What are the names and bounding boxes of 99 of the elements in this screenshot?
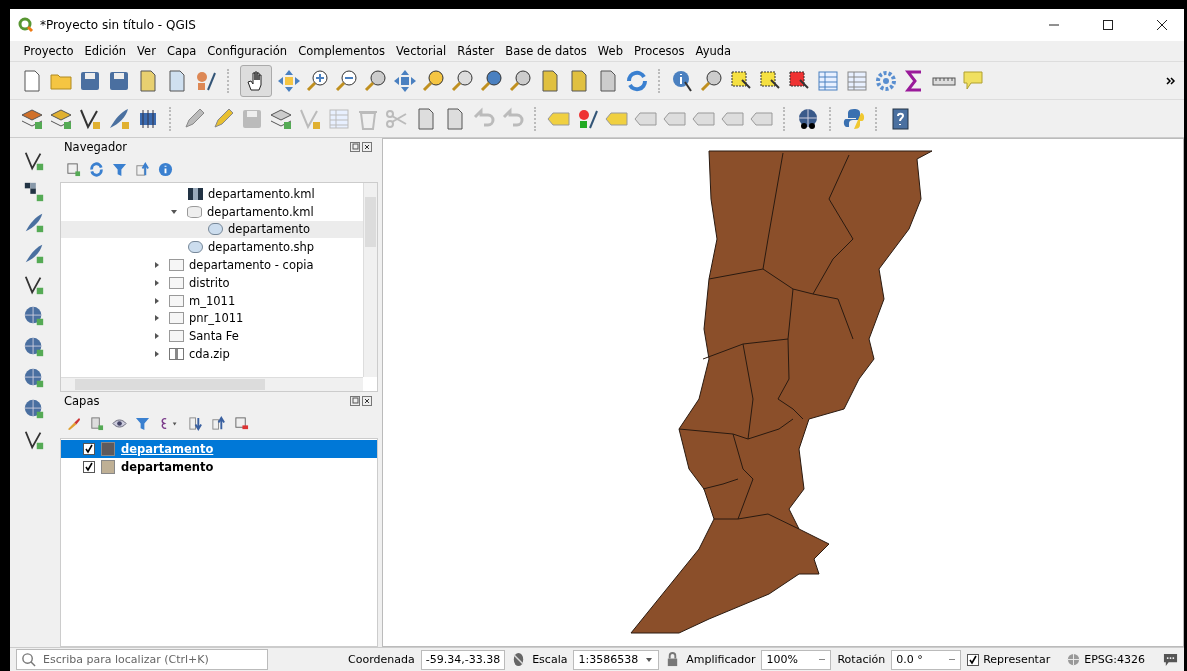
menu-item[interactable]: Ráster [451,44,500,58]
feather-icon[interactable] [107,106,131,131]
status-label: Amplificador [686,653,756,666]
status-label: Escala [532,653,568,666]
tree-item[interactable]: departamento.shp [61,238,363,257]
filter-icon[interactable] [112,161,127,177]
search-field[interactable]: Escriba para localizar (Ctrl+K) [16,649,268,670]
pencil-icon[interactable] [211,106,235,131]
attribute-table-icon[interactable] [816,68,840,93]
close-panel-icon[interactable] [362,396,372,406]
zoom-selection-icon[interactable] [422,68,446,93]
tree-item[interactable]: m_1011 [61,291,363,310]
layer-row[interactable]: departamento [61,458,377,476]
menu-item[interactable]: Ayuda [690,44,737,58]
menu-item[interactable]: Edición [79,44,132,58]
maximize-icon[interactable] [1102,19,1114,31]
expand-arrow-icon[interactable] [155,315,159,322]
expand-arrow-icon[interactable] [155,279,159,286]
rotation-field[interactable]: 0.0 ° [891,649,962,670]
refresh-icon[interactable] [625,68,649,93]
globe-add-icon[interactable] [23,367,45,389]
layer-checkbox[interactable] [83,461,95,473]
zoom-in-icon[interactable] [306,68,330,93]
crs-button[interactable]: EPSG:4326 [1084,653,1145,666]
layer-checkbox[interactable] [83,443,95,455]
collapse-all-icon[interactable] [211,415,226,431]
menu-item[interactable]: Procesos [628,44,691,58]
pencil-icon[interactable] [182,106,206,131]
expand-all-icon[interactable] [188,415,203,431]
horizontal-scrollbar[interactable] [61,377,363,391]
messages-icon[interactable] [1163,652,1178,667]
menu-item[interactable]: Proyecto [18,44,79,58]
more-tools-icon[interactable] [1166,75,1176,86]
status-label: Rotación [837,653,886,666]
panel-title: Navegador [64,140,127,154]
menu-item[interactable]: Capa [161,44,202,58]
close-panel-icon[interactable] [362,142,372,152]
window-title: *Proyecto sin título - QGIS [40,18,196,32]
menu-item[interactable]: Web [592,44,629,58]
menu-item[interactable]: Base de datos [499,44,593,58]
menu-item[interactable]: Complementos [292,44,391,58]
vertex-add-icon[interactable] [23,150,45,172]
python-icon[interactable] [842,106,866,131]
zoom-out-icon[interactable] [335,68,359,93]
menu-item[interactable]: Ver [131,44,162,58]
zoom-last-icon[interactable] [480,68,504,93]
tree-item[interactable]: departamento.kml [61,185,363,203]
tree-item[interactable]: departamento.kml [61,202,363,221]
tree-item[interactable]: pnr_1011 [61,309,363,328]
filter-icon[interactable] [135,415,150,431]
zoom-full-icon[interactable] [393,68,417,93]
expand-arrow-icon[interactable] [155,333,159,340]
add-group-icon[interactable] [89,415,104,431]
tree-item[interactable]: Santa Fe [61,327,363,346]
map-canvas[interactable] [382,138,1184,647]
checkbox-label[interactable]: Representar [983,653,1051,666]
globe-binoculars-icon[interactable] [796,106,820,131]
field-calculator-icon[interactable] [845,68,869,93]
coordinate-field[interactable]: -59.34,-33.38 [420,649,506,670]
qgis-logo-icon [18,17,34,33]
tree-item[interactable]: cda.zip [61,345,363,363]
zoom-native-icon[interactable] [364,68,388,93]
globe-add-icon[interactable] [23,336,45,358]
tree-item[interactable]: distrito [61,274,363,292]
magnifier-field[interactable]: 100% [761,649,832,670]
expand-arrow-icon[interactable] [155,351,159,358]
action-icon[interactable] [700,68,724,93]
gear-icon[interactable] [874,68,898,93]
menu-item[interactable]: Configuración [201,44,293,58]
status-label: Coordenada [348,653,415,666]
refresh-icon[interactable] [89,161,104,177]
expand-arrow-icon[interactable] [155,297,159,304]
expand-arrow-icon[interactable] [155,262,159,269]
zoom-layer-icon[interactable] [451,68,475,93]
panel-title: Capas [64,394,100,408]
pan-arrows-icon[interactable] [277,68,301,93]
raster-add-icon[interactable] [23,181,45,203]
menu-item[interactable]: Vectorial [390,44,452,58]
scale-field[interactable]: 1:3586538 [573,649,660,670]
float-panel-icon[interactable] [350,396,360,406]
identify-icon[interactable] [671,68,695,93]
globe-add-icon[interactable] [23,398,45,420]
render-checkbox[interactable] [967,653,980,666]
info-icon[interactable] [158,161,173,177]
vertex-add-icon[interactable] [23,429,45,451]
float-panel-icon[interactable] [350,142,360,152]
close-icon[interactable] [1156,19,1168,31]
remove-layer-icon[interactable] [234,415,249,431]
feather-add-icon[interactable] [23,243,45,265]
globe-icon[interactable] [1066,652,1082,667]
tree-item[interactable]: departamento - copia [61,256,363,274]
layer-row[interactable]: departamento [61,440,377,458]
zoom-next-icon[interactable] [509,68,533,93]
tree-item[interactable]: departamento [61,220,363,239]
pan-hand-icon[interactable] [240,64,272,97]
add-selected-icon[interactable] [66,161,81,177]
vertical-scrollbar[interactable] [363,183,377,377]
collapse-icon[interactable] [135,161,150,177]
expand-arrow-icon[interactable] [171,209,177,214]
